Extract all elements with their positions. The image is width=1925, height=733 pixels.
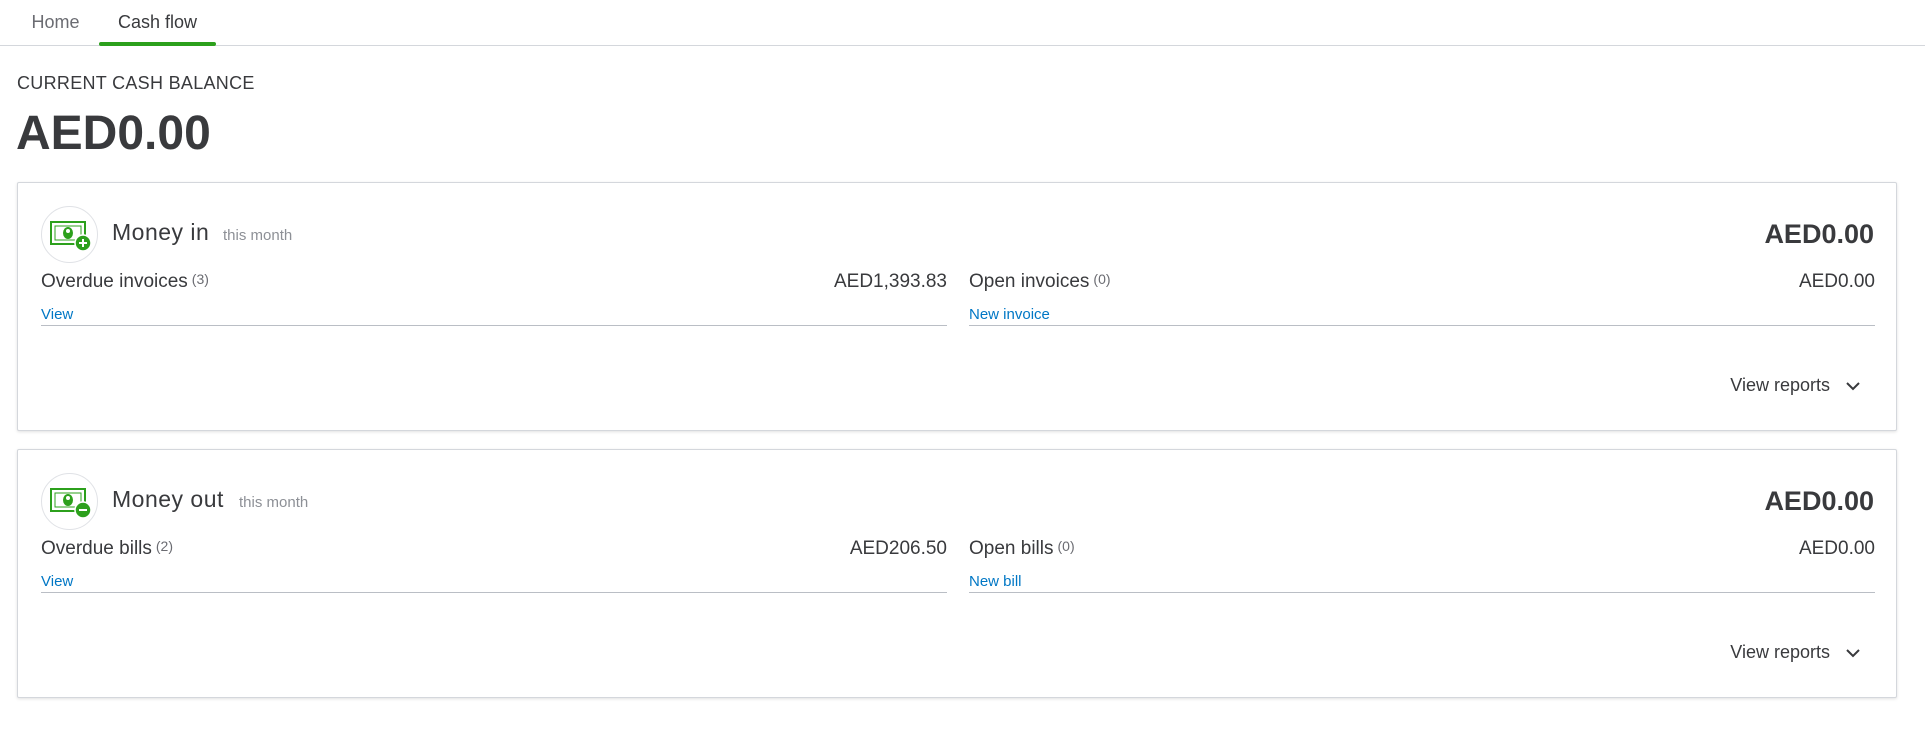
open-bills-label: Open bills	[969, 538, 1054, 559]
money-in-subtitle: this month	[223, 227, 293, 244]
open-bills-section: Open bills (0) AED0.00 New bill	[969, 538, 1875, 593]
chevron-down-icon	[1846, 648, 1860, 657]
view-reports-label: View reports	[1730, 642, 1830, 662]
overdue-invoices-label: Overdue invoices	[41, 271, 188, 292]
money-in-card: Money in this month AED0.00 Overdue invo…	[17, 182, 1897, 431]
money-in-total: AED0.00	[1764, 219, 1874, 249]
overdue-bills-amount: AED206.50	[849, 538, 947, 559]
money-out-card: Money out this month AED0.00 Overdue bil…	[17, 449, 1897, 698]
open-invoices-amount: AED0.00	[1798, 271, 1875, 292]
chevron-down-icon	[1846, 381, 1860, 390]
money-in-title: Money in	[112, 219, 210, 245]
current-cash-balance-label: CURRENT CASH BALANCE	[17, 73, 255, 93]
open-invoices-label: Open invoices	[969, 271, 1090, 292]
tab-cash-flow[interactable]: Cash flow	[99, 0, 216, 46]
overdue-bills-section: Overdue bills (2) AED206.50 View	[41, 538, 947, 593]
money-in-view-reports-button[interactable]: View reports	[1730, 375, 1862, 396]
overdue-bills-label: Overdue bills	[41, 538, 152, 559]
money-out-icon	[41, 473, 98, 530]
open-invoices-section: Open invoices (0) AED0.00 New invoice	[969, 271, 1875, 326]
money-out-total: AED0.00	[1764, 486, 1874, 516]
open-bills-amount: AED0.00	[1798, 538, 1875, 559]
open-invoices-count: (0)	[1093, 271, 1111, 287]
current-cash-balance-value: AED0.00	[16, 107, 211, 160]
tab-home[interactable]: Home	[18, 0, 93, 45]
overdue-invoices-amount: AED1,393.83	[833, 271, 947, 292]
tab-cash-flow-label: Cash flow	[117, 12, 198, 32]
active-tab-indicator	[99, 42, 216, 46]
money-out-subtitle: this month	[239, 494, 309, 511]
overdue-bills-count: (2)	[155, 538, 174, 554]
top-tabs: Home Cash flow	[0, 0, 1925, 46]
view-reports-label: View reports	[1730, 375, 1830, 395]
overdue-invoices-count: (3)	[191, 271, 209, 287]
open-bills-count: (0)	[1057, 538, 1075, 554]
new-bill-link[interactable]: New bill	[969, 573, 1022, 590]
overdue-bills-view-link[interactable]: View	[41, 573, 73, 590]
new-invoice-link[interactable]: New invoice	[969, 306, 1050, 323]
overdue-invoices-view-link[interactable]: View	[41, 306, 73, 323]
money-in-icon	[41, 206, 98, 263]
money-out-title: Money out	[112, 486, 224, 512]
overdue-invoices-section: Overdue invoices (3) AED1,393.83 View	[41, 271, 947, 326]
money-out-view-reports-button[interactable]: View reports	[1730, 642, 1862, 663]
